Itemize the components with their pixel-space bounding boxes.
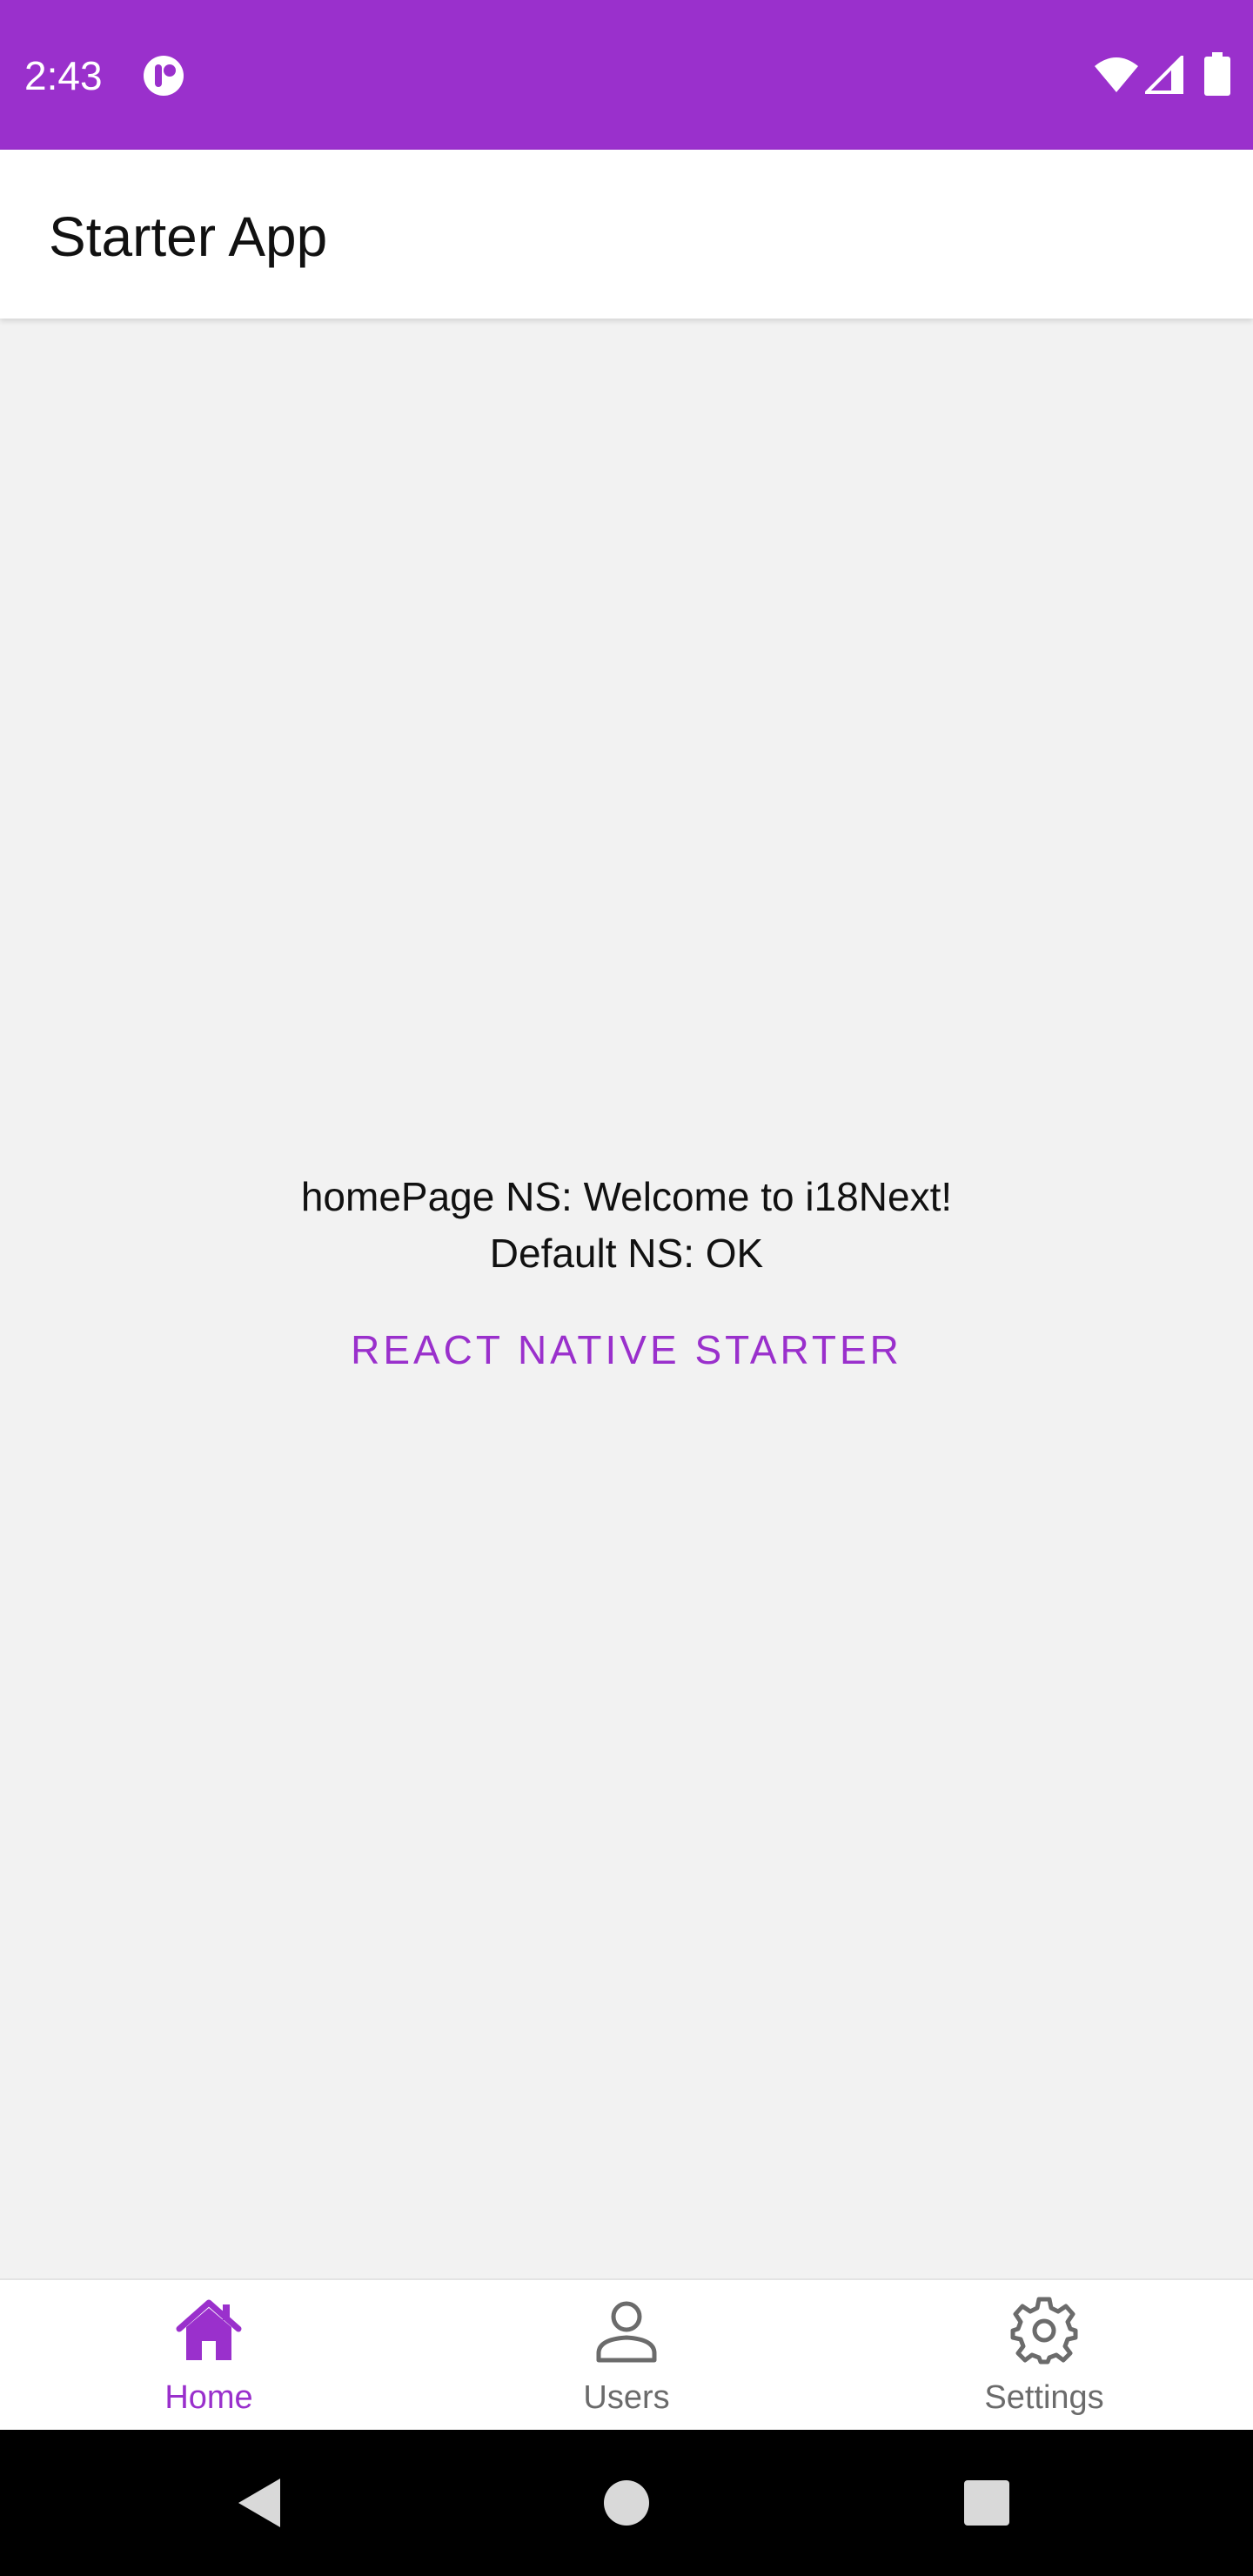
react-native-starter-button[interactable]: REACT NATIVE STARTER	[313, 1311, 940, 1389]
screen: 2:43 Starter App homePage NS: Welcome to…	[0, 0, 1253, 2576]
recents-icon[interactable]	[952, 2468, 1022, 2538]
home-circle-icon[interactable]	[592, 2468, 661, 2538]
tab-settings-label: Settings	[984, 2379, 1104, 2416]
welcome-text: homePage NS: Welcome to i18Next!	[300, 1174, 953, 1219]
system-nav-bar	[0, 2430, 1253, 2576]
tab-home-label: Home	[164, 2379, 253, 2416]
home-icon	[176, 2299, 242, 2360]
battery-icon	[1204, 52, 1230, 96]
status-time: 2:43	[24, 53, 103, 98]
user-icon	[596, 2301, 657, 2363]
tab-home[interactable]: Home	[0, 2280, 418, 2432]
cell-signal-icon	[1145, 56, 1183, 94]
tab-settings[interactable]: Settings	[835, 2280, 1253, 2432]
back-icon[interactable]	[226, 2468, 296, 2538]
bottom-tab-bar: Home Users Settings	[0, 2278, 1253, 2430]
default-ns-text: Default NS: OK	[489, 1231, 764, 1276]
tab-users-label: Users	[583, 2379, 670, 2416]
gear-icon	[1010, 2297, 1078, 2365]
status-bar: 2:43	[0, 0, 1253, 150]
app-title: Starter App	[49, 205, 328, 268]
app-bar: Starter App	[0, 150, 1253, 319]
tab-users[interactable]: Users	[418, 2280, 835, 2432]
wifi-icon	[1095, 57, 1138, 92]
notification-app-icon	[144, 56, 184, 96]
home-content: homePage NS: Welcome to i18Next! Default…	[0, 319, 1253, 2278]
